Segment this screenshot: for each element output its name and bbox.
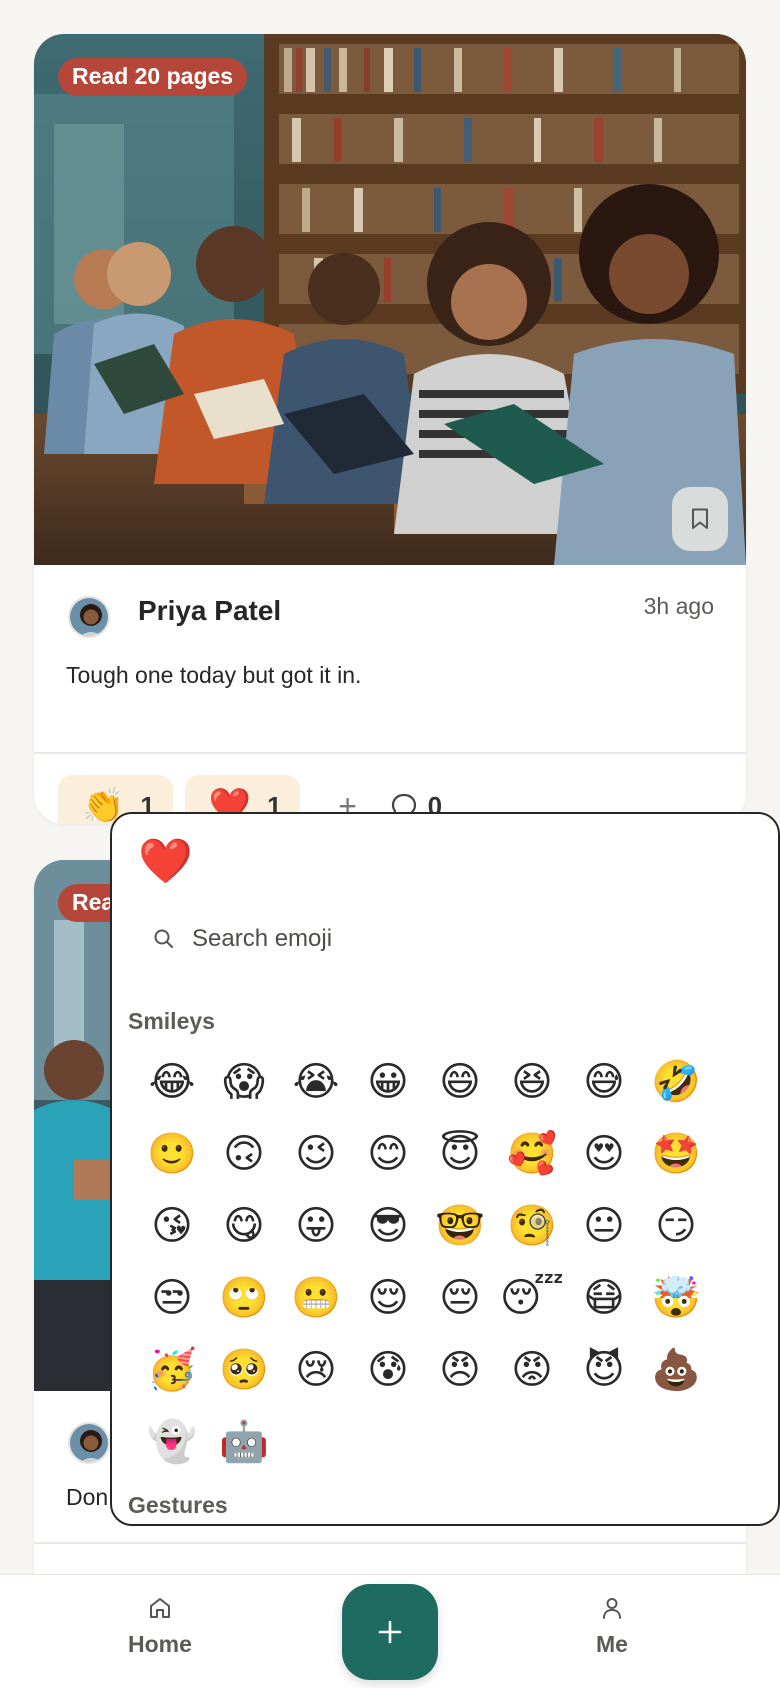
emoji-picker: ❤️ Smileys 😂😱😭😀😄😆😅🤣 🙂🙃😉😊😇🥰😍🤩 😘😋😛😎🤓🧐😐😏 😒🙄😬😌😔… bbox=[110, 812, 780, 1526]
emoji-option[interactable]: 👻 bbox=[136, 1406, 208, 1478]
create-post-button[interactable] bbox=[342, 1584, 438, 1680]
post-time: 3h ago bbox=[643, 593, 714, 619]
avatar[interactable] bbox=[68, 596, 110, 638]
emoji-option[interactable]: 😭 bbox=[280, 1046, 352, 1118]
emoji-option[interactable]: 😏 bbox=[640, 1190, 712, 1262]
emoji-option[interactable]: 😇 bbox=[424, 1118, 496, 1190]
emoji-option[interactable]: 😛 bbox=[280, 1190, 352, 1262]
emoji-option[interactable]: 🥰 bbox=[496, 1118, 568, 1190]
emoji-option[interactable]: 😊 bbox=[352, 1118, 424, 1190]
section-title-gestures: Gestures bbox=[128, 1492, 228, 1518]
emoji-option[interactable]: 🥳 bbox=[136, 1334, 208, 1406]
emoji-option[interactable]: 😬 bbox=[280, 1262, 352, 1334]
post-caption: Don bbox=[66, 1484, 109, 1510]
avatar-image bbox=[70, 1424, 108, 1462]
plus-icon bbox=[378, 1620, 402, 1644]
bookmark-button[interactable] bbox=[672, 487, 728, 551]
nav-home-label: Home bbox=[128, 1631, 192, 1657]
emoji-option[interactable]: 😔 bbox=[424, 1262, 496, 1334]
emoji-option[interactable]: 🙃 bbox=[208, 1118, 280, 1190]
user-icon bbox=[602, 1598, 621, 1619]
emoji-grid: 😂 😱 😭 😀 😄 😆 😅 🤣 🙂 🙃 😉 😊 😇 🥰 😍 🤩 😘 😋 😛 😎 🤓 🧐 😐 😏 😒 🙄 😬 😌 😔 😴 😷 🤯 🥳 🥺 😢 😰 😠 😡 😈 💩… bbox=[136, 1046, 736, 1478]
post-card: Read 20 pages Priya Patel 3h ago Tough o… bbox=[34, 34, 746, 824]
divider bbox=[34, 1542, 746, 1544]
avatar[interactable] bbox=[68, 1422, 110, 1464]
bookmark-icon bbox=[692, 508, 708, 529]
emoji-option[interactable]: 🧐 bbox=[496, 1190, 568, 1262]
emoji-option[interactable]: 🤩 bbox=[640, 1118, 712, 1190]
emoji-option[interactable]: 😅 bbox=[568, 1046, 640, 1118]
emoji-option[interactable]: 😴 bbox=[496, 1262, 568, 1334]
emoji-option[interactable]: 🥺 bbox=[208, 1334, 280, 1406]
emoji-option[interactable]: 😢 bbox=[280, 1334, 352, 1406]
emoji-option[interactable]: 😰 bbox=[352, 1334, 424, 1406]
nav-me[interactable]: Me bbox=[596, 1595, 628, 1658]
emoji-option[interactable]: 🤓 bbox=[424, 1190, 496, 1262]
emoji-option[interactable]: 😡 bbox=[496, 1334, 568, 1406]
emoji-search-input[interactable] bbox=[192, 925, 712, 953]
emoji-option[interactable]: 😒 bbox=[136, 1262, 208, 1334]
home-icon bbox=[149, 1598, 170, 1618]
emoji-option[interactable]: 😷 bbox=[568, 1262, 640, 1334]
emoji-option[interactable]: 😌 bbox=[352, 1262, 424, 1334]
emoji-option[interactable]: 😉 bbox=[280, 1118, 352, 1190]
post-header: Priya Patel 3h ago Tough one today but g… bbox=[34, 565, 746, 750]
library-reading-photo bbox=[34, 34, 746, 565]
divider bbox=[34, 752, 746, 754]
emoji-option[interactable]: 😘 bbox=[136, 1190, 208, 1262]
emoji-option[interactable]: 😱 bbox=[208, 1046, 280, 1118]
emoji-option[interactable]: 🤣 bbox=[640, 1046, 712, 1118]
emoji-option[interactable]: 😂 bbox=[136, 1046, 208, 1118]
emoji-option[interactable]: 🤯 bbox=[640, 1262, 712, 1334]
emoji-search bbox=[152, 914, 752, 964]
emoji-option[interactable]: 💩 bbox=[640, 1334, 712, 1406]
emoji-option[interactable]: 😐 bbox=[568, 1190, 640, 1262]
post-photo[interactable]: Read 20 pages bbox=[34, 34, 746, 565]
emoji-option[interactable]: 😎 bbox=[352, 1190, 424, 1262]
emoji-option[interactable]: 😆 bbox=[496, 1046, 568, 1118]
emoji-option[interactable]: 😈 bbox=[568, 1334, 640, 1406]
emoji-option[interactable]: 🙄 bbox=[208, 1262, 280, 1334]
emoji-option[interactable]: 🙂 bbox=[136, 1118, 208, 1190]
section-title-smileys: Smileys bbox=[128, 1008, 215, 1034]
goal-pill: Read 20 pages bbox=[58, 58, 248, 96]
emoji-option[interactable]: 😋 bbox=[208, 1190, 280, 1262]
emoji-option[interactable]: 😀 bbox=[352, 1046, 424, 1118]
search-icon bbox=[154, 929, 173, 948]
emoji-option[interactable]: 😍 bbox=[568, 1118, 640, 1190]
nav-me-label: Me bbox=[596, 1631, 628, 1657]
avatar-image bbox=[70, 598, 108, 636]
emoji-option[interactable]: 😄 bbox=[424, 1046, 496, 1118]
emoji-option[interactable]: 😠 bbox=[424, 1334, 496, 1406]
author-name[interactable]: Priya Patel bbox=[138, 595, 281, 627]
recent-emoji[interactable]: ❤️ bbox=[138, 840, 193, 884]
nav-home[interactable]: Home bbox=[128, 1595, 192, 1658]
emoji-option[interactable]: 🤖 bbox=[208, 1406, 280, 1478]
post-caption: Tough one today but got it in. bbox=[66, 662, 362, 688]
